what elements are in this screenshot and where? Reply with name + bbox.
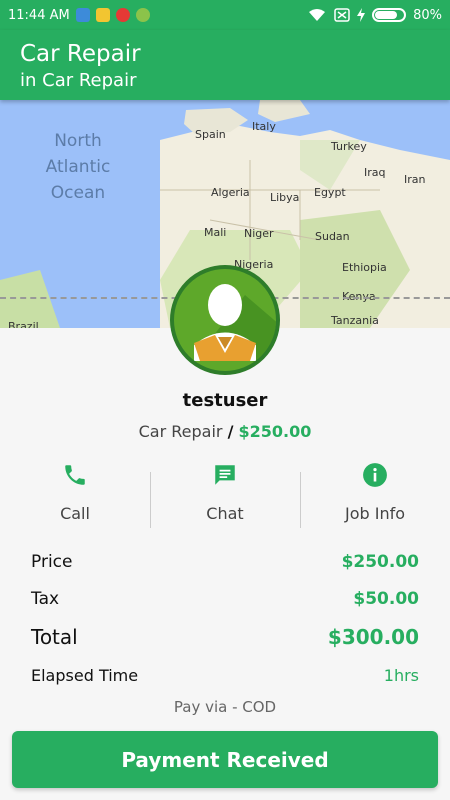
price-value: $250.00 xyxy=(341,552,419,572)
payment-method: Pay via - COD xyxy=(173,698,277,716)
call-button[interactable]: Call xyxy=(0,458,150,533)
battery-level-fill xyxy=(375,11,398,19)
price-row: Price $250.00 xyxy=(31,552,419,572)
price-label: Price xyxy=(31,552,73,572)
job-service: Car Repair xyxy=(138,422,223,441)
job-separator: / xyxy=(227,422,234,441)
username: testuser xyxy=(182,390,268,411)
tax-label: Tax xyxy=(31,589,60,609)
total-value: $300.00 xyxy=(327,625,419,649)
action-bar: Call Chat Job Info xyxy=(0,458,450,533)
charging-icon xyxy=(357,8,366,22)
map-label: Iran xyxy=(404,173,426,186)
total-row: Total $300.00 xyxy=(31,625,419,649)
android-icon xyxy=(135,8,150,22)
job-info-button[interactable]: Job Info xyxy=(300,458,450,533)
ocean-label: North Atlantic Ocean xyxy=(40,128,116,206)
user-silhouette-icon xyxy=(194,284,276,371)
battery-icon xyxy=(372,8,407,22)
status-time: 11:44 AM xyxy=(8,7,70,23)
map-label: Brazil xyxy=(8,320,39,328)
chat-icon xyxy=(215,465,235,485)
tax-row: Tax $50.00 xyxy=(31,589,419,609)
map-label: Libya xyxy=(270,191,300,204)
ocean-label-line: North xyxy=(54,131,102,151)
call-label: Call xyxy=(60,504,90,523)
page-title: Car Repair xyxy=(20,41,141,67)
avatar xyxy=(170,265,280,375)
page-subtitle: in Car Repair xyxy=(20,70,137,91)
map-label: Sudan xyxy=(315,230,350,243)
elapsed-time-label: Elapsed Time xyxy=(31,666,139,685)
status-bar: 11:44 AM 80% xyxy=(0,0,450,30)
sim-icon xyxy=(334,8,350,22)
map-label: Mali xyxy=(204,226,227,239)
chat-button[interactable]: Chat xyxy=(150,458,300,533)
battery-percent: 80% xyxy=(413,7,442,23)
map-label: Turkey xyxy=(331,140,367,153)
map-label: Spain xyxy=(195,128,226,141)
map-label: Iraq xyxy=(364,166,386,179)
map-label: Italy xyxy=(252,120,276,133)
info-icon xyxy=(363,463,387,487)
map-label: Tanzania xyxy=(331,314,379,327)
elapsed-time-value: 1hrs xyxy=(383,666,419,685)
map-label: Algeria xyxy=(211,186,250,199)
chrome-icon xyxy=(115,8,130,22)
tax-value: $50.00 xyxy=(353,589,419,609)
phone-icon xyxy=(65,465,85,485)
job-amount: $250.00 xyxy=(238,422,312,441)
elapsed-time-row: Elapsed Time 1hrs xyxy=(31,666,419,685)
total-label: Total xyxy=(31,625,78,649)
map-label: Ethiopia xyxy=(342,261,387,274)
map-label: Niger xyxy=(244,227,274,240)
chat-label: Chat xyxy=(206,504,244,523)
status-left: 11:44 AM xyxy=(8,8,150,23)
job-summary: Car Repair / $250.00 xyxy=(0,422,450,441)
job-info-label: Job Info xyxy=(344,504,406,523)
usb-icon xyxy=(75,8,90,22)
ocean-label-line: Atlantic xyxy=(45,157,111,177)
wifi-icon xyxy=(309,9,326,21)
app-icon xyxy=(95,8,110,22)
ocean-label-line: Ocean xyxy=(50,183,106,203)
payment-received-button[interactable]: Payment Received xyxy=(12,731,438,788)
map-label: Egypt xyxy=(314,186,346,199)
status-right: 80% xyxy=(307,8,442,23)
app-bar: Car Repair in Car Repair xyxy=(0,30,450,100)
